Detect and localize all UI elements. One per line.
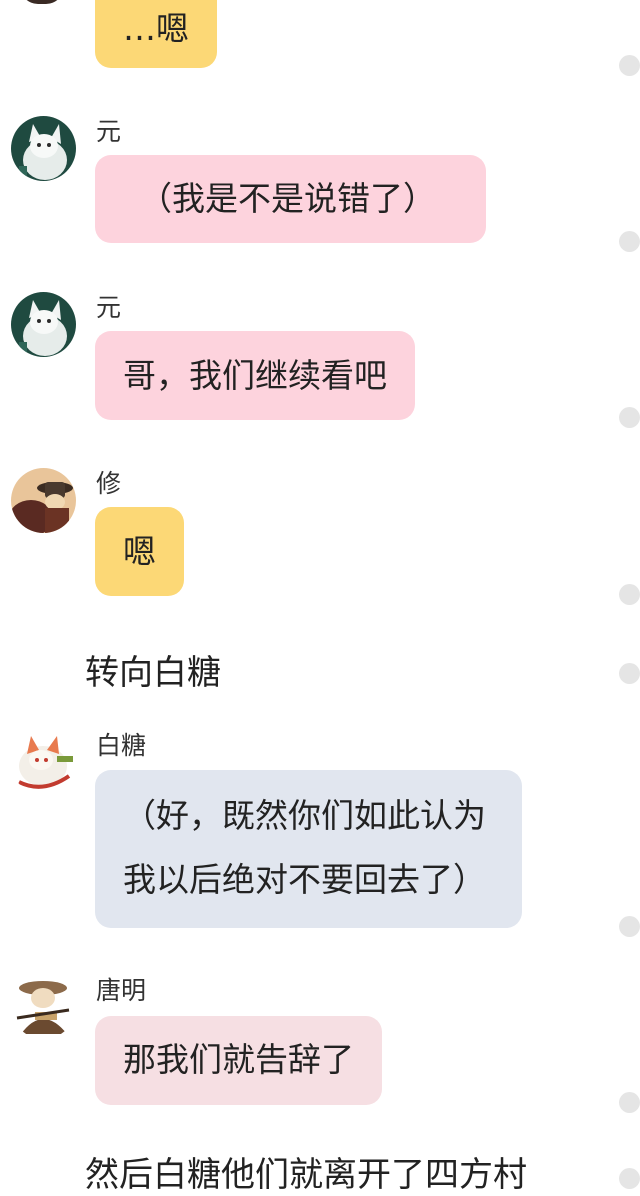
message-bubble[interactable]: 哥，我们继续看吧 <box>95 331 415 420</box>
partial-avatar <box>20 0 64 4</box>
scroll-indicator-dot <box>619 407 640 428</box>
avatar-tangming[interactable] <box>11 974 76 1039</box>
narration-text: 转向白糖 <box>85 653 221 693</box>
avatar-yuan[interactable] <box>11 292 76 357</box>
message-text: 嗯 <box>123 532 156 571</box>
avatar-xiu[interactable] <box>11 468 76 533</box>
avatar-baitang[interactable] <box>11 730 76 795</box>
scroll-indicator-dot <box>619 1092 640 1113</box>
sender-name: 修 <box>96 469 122 498</box>
scroll-indicator-dot <box>619 231 640 252</box>
message-bubble[interactable]: （好，既然你们如此认为 我以后绝对不要回去了） <box>95 770 522 928</box>
message-bubble[interactable]: 那我们就告辞了 <box>95 1016 382 1105</box>
sender-name: 唐明 <box>96 976 147 1005</box>
message-text: 哥，我们继续看吧 <box>123 356 387 395</box>
sender-name: 白糖 <box>96 731 147 760</box>
message-bubble[interactable]: …嗯 <box>95 0 217 68</box>
message-text-line: 我以后绝对不要回去了） <box>123 860 486 899</box>
scroll-indicator-dot <box>619 663 640 684</box>
wolf-avatar-icon <box>11 292 76 357</box>
fox-avatar-icon <box>11 730 76 795</box>
scroll-indicator-dot <box>619 584 640 605</box>
sender-name: 元 <box>96 293 122 322</box>
message-text-line: （好，既然你们如此认为 <box>123 796 486 835</box>
message-text: …嗯 <box>123 9 189 48</box>
avatar-yuan[interactable] <box>11 116 76 181</box>
wolf-avatar-icon <box>11 116 76 181</box>
message-text: 那我们就告辞了 <box>123 1040 354 1079</box>
message-bubble[interactable]: 嗯 <box>95 507 184 596</box>
scroll-indicator-dot <box>619 1168 640 1189</box>
scholar-avatar-icon <box>11 974 76 1039</box>
monk-avatar-icon <box>11 468 76 533</box>
message-bubble[interactable]: （我是不是说错了） <box>95 155 486 243</box>
scroll-indicator-dot <box>619 916 640 937</box>
scroll-indicator-dot <box>619 55 640 76</box>
sender-name: 元 <box>96 117 122 146</box>
message-text: （我是不是说错了） <box>139 179 436 218</box>
